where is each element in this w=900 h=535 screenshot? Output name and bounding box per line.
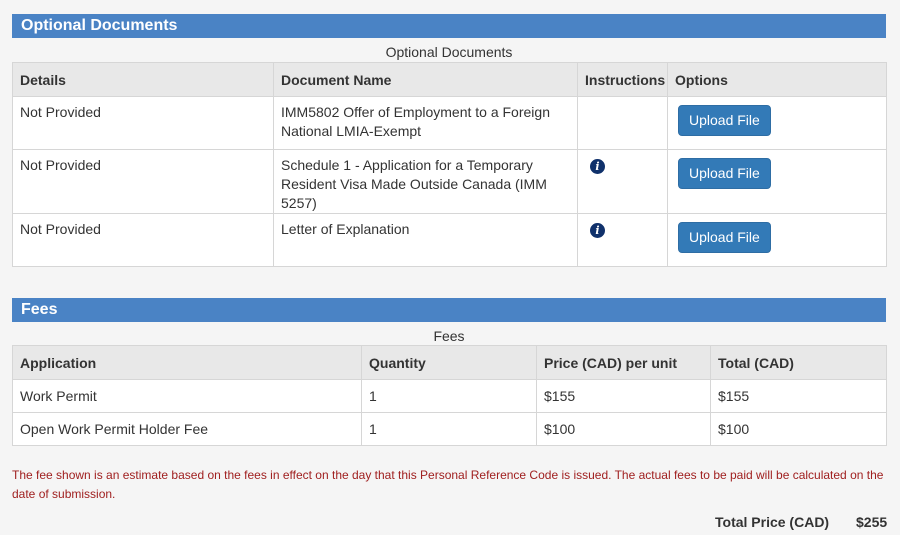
column-header-options: Options: [667, 62, 887, 97]
details-cell: Not Provided: [12, 96, 274, 150]
instructions-cell: i: [577, 149, 668, 214]
column-header-quantity: Quantity: [361, 345, 537, 380]
options-cell: Upload File: [667, 149, 887, 214]
upload-file-button[interactable]: Upload File: [678, 158, 771, 189]
total-price-label: Total Price (CAD): [715, 514, 830, 530]
fees-table: Application Quantity Price (CAD) per uni…: [12, 345, 887, 446]
application-cell: Open Work Permit Holder Fee: [12, 412, 362, 446]
instructions-cell: i: [577, 213, 668, 267]
details-cell: Not Provided: [12, 213, 274, 267]
fees-header: Fees: [12, 298, 886, 322]
price-cell: $155: [536, 379, 711, 413]
total-cell: $155: [710, 379, 887, 413]
table-row: Open Work Permit Holder Fee 1 $100 $100: [12, 412, 887, 446]
document-name-cell: Schedule 1 - Application for a Temporary…: [273, 149, 578, 214]
document-name-cell: Letter of Explanation: [273, 213, 578, 267]
details-cell: Not Provided: [12, 149, 274, 214]
options-cell: Upload File: [667, 96, 887, 150]
info-icon[interactable]: i: [590, 159, 605, 174]
upload-file-button[interactable]: Upload File: [678, 222, 771, 253]
table-row: Not Provided Schedule 1 - Application fo…: [12, 149, 887, 214]
table-header-row: Application Quantity Price (CAD) per uni…: [12, 345, 887, 380]
total-price-value: $255: [856, 514, 888, 530]
quantity-cell: 1: [361, 412, 537, 446]
quantity-cell: 1: [361, 379, 537, 413]
column-header-price-per-unit: Price (CAD) per unit: [536, 345, 711, 380]
table-row: Not Provided Letter of Explanation i Upl…: [12, 213, 887, 267]
optional-documents-caption: Optional Documents: [385, 44, 513, 60]
column-header-application: Application: [12, 345, 362, 380]
table-row: Not Provided IMM5802 Offer of Employment…: [12, 96, 887, 150]
instructions-cell: [577, 96, 668, 150]
total-cell: $100: [710, 412, 887, 446]
optional-documents-header: Optional Documents: [12, 14, 886, 38]
column-header-details: Details: [12, 62, 274, 97]
info-icon[interactable]: i: [590, 223, 605, 238]
options-cell: Upload File: [667, 213, 887, 267]
table-row: Work Permit 1 $155 $155: [12, 379, 887, 413]
table-header-row: Details Document Name Instructions Optio…: [12, 62, 887, 97]
document-name-cell: IMM5802 Offer of Employment to a Foreign…: [273, 96, 578, 150]
fee-disclaimer: The fee shown is an estimate based on th…: [12, 468, 884, 501]
fees-caption: Fees: [433, 328, 465, 344]
price-cell: $100: [536, 412, 711, 446]
column-header-instructions: Instructions: [577, 62, 668, 97]
application-cell: Work Permit: [12, 379, 362, 413]
upload-file-button[interactable]: Upload File: [678, 105, 771, 136]
optional-documents-table: Details Document Name Instructions Optio…: [12, 62, 887, 267]
column-header-document-name: Document Name: [273, 62, 578, 97]
column-header-total: Total (CAD): [710, 345, 887, 380]
